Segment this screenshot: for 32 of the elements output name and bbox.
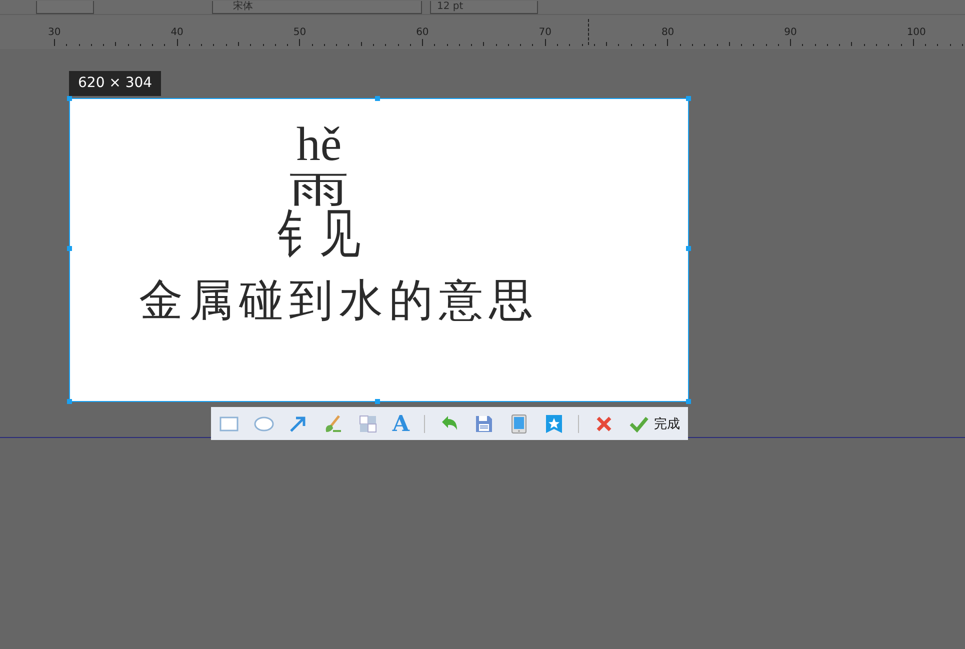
tab-marker[interactable]: [588, 19, 589, 45]
resize-handle[interactable]: [375, 96, 380, 101]
ruler-number: 80: [661, 27, 676, 39]
resize-handle[interactable]: [67, 246, 72, 251]
ruler-number: 70: [538, 27, 552, 39]
ruler-number: 50: [293, 27, 308, 39]
capture-region[interactable]: hě 雨 钅见 金属碰到水的意思: [69, 98, 689, 402]
size-label: 620 × 304: [69, 71, 162, 96]
ruler-number: 40: [170, 27, 184, 39]
save-icon[interactable]: [474, 414, 494, 434]
mosaic-icon[interactable]: [358, 414, 378, 434]
ruler-number: 100: [906, 27, 927, 39]
tablet-icon[interactable]: [509, 414, 530, 434]
star-pin-icon[interactable]: [544, 414, 564, 434]
resize-handle[interactable]: [375, 399, 380, 404]
pinyin-text: hě: [296, 121, 342, 169]
resize-handle[interactable]: [686, 96, 691, 101]
ruler-number: 30: [48, 27, 62, 39]
font-dropdown[interactable]: 宋体: [212, 1, 422, 14]
character-glyph: 雨 钅见: [276, 169, 362, 265]
resize-handle[interactable]: [67, 399, 72, 404]
brush-icon[interactable]: [323, 414, 344, 434]
resize-handle[interactable]: [67, 96, 72, 101]
resize-handle[interactable]: [686, 399, 691, 404]
text-tool-icon[interactable]: A: [392, 412, 410, 434]
ruler-number: 60: [416, 27, 430, 39]
ruler-number: 90: [784, 27, 798, 39]
input-field[interactable]: [36, 1, 94, 14]
resize-handle[interactable]: [686, 246, 691, 251]
done-button[interactable]: 完成: [628, 414, 680, 434]
font-size-dropdown[interactable]: 12 pt: [430, 1, 538, 14]
meaning-text: 金属碰到水的意思: [139, 277, 539, 325]
